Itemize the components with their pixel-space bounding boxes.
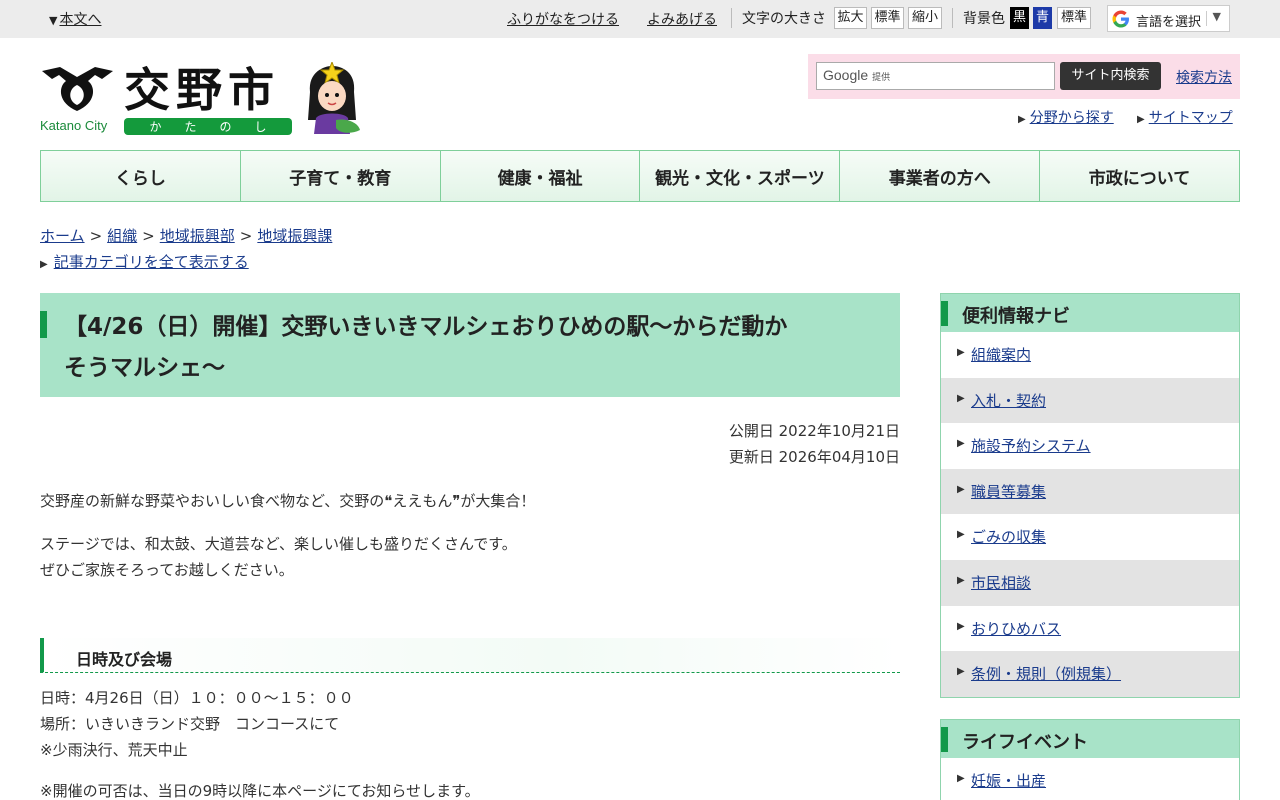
published-date: 公開日 2022年10月21日 [728, 422, 900, 440]
breadcrumb-home[interactable]: ホーム [40, 227, 85, 245]
updated-date: 更新日 2026年04月10日 [728, 448, 900, 466]
google-g-icon [1112, 10, 1129, 28]
event-venue: 場所：いきいきランド交野 コンコースにて [40, 715, 340, 733]
city-name: 交野市 [124, 63, 280, 117]
read-aloud-link[interactable]: よみあげる [647, 9, 717, 29]
bg-color-label: 背景色 [963, 11, 1005, 27]
nav-item-business[interactable]: 事業者の方へ [840, 151, 1041, 201]
title-accent-bar [40, 311, 47, 338]
font-standard-button[interactable]: 標準 [871, 7, 904, 29]
breadcrumb: ホーム > 組織 > 地域振興部 > 地域振興課 [40, 227, 333, 245]
language-select[interactable]: 言語を選択 ▼ [1107, 5, 1230, 32]
nav-item-childcare-education[interactable]: 子育て・教育 [241, 151, 441, 201]
site-logo[interactable]: 交野市 Katano City か た の し [40, 62, 370, 138]
triangle-right-icon: ▶ [1137, 114, 1145, 125]
intro-text: 交野産の新鮮な野菜やおいしい食べ物など、交野の❝ええもん❞が大集合！ [40, 492, 536, 510]
sidebar-item-orihime-bus[interactable]: ▶ おりひめバス [941, 606, 1239, 652]
useful-info-nav-heading: 便利情報ナビ [941, 294, 1239, 332]
nav-item-living[interactable]: くらし [41, 151, 241, 201]
triangle-right-icon: ▶ [1018, 114, 1026, 125]
sidebar-item-recruitment[interactable]: ▶ 職員等募集 [941, 468, 1239, 515]
site-search: Google 提供 サイト内検索 検索方法 [808, 54, 1240, 99]
triangle-right-icon: ▶ [957, 666, 965, 678]
show-all-categories-link[interactable]: ▶ 記事カテゴリを全て表示する [40, 251, 249, 272]
divider [952, 8, 953, 28]
article-title-box: 【4/26（日）開催】交野いきいきマルシェおりひめの駅〜からだ動か そうマルシェ〜 [40, 293, 900, 397]
search-help-link[interactable]: 検索方法 [1176, 67, 1232, 87]
sitemap-link[interactable]: ▶ サイトマップ [1137, 107, 1233, 127]
sidebar-item-garbage-collection[interactable]: ▶ ごみの収集 [941, 514, 1239, 560]
bg-black-button[interactable]: 黒 [1010, 7, 1029, 29]
triangle-right-icon: ▶ [957, 529, 965, 541]
triangle-right-icon: ▶ [957, 483, 965, 495]
triangle-right-icon: ▶ [957, 773, 965, 784]
nav-item-health-welfare[interactable]: 健康・福祉 [441, 151, 641, 201]
sidebar-item-citizen-consultation[interactable]: ▶ 市民相談 [941, 559, 1239, 606]
life-events-nav: ライフイベント ▶ 妊娠・出産 [940, 719, 1240, 800]
sidebar-item-ordinances[interactable]: ▶ 条例・規則（例規集） [941, 651, 1239, 697]
life-events-heading: ライフイベント [941, 720, 1239, 758]
furigana-link[interactable]: ふりがなをつける [507, 9, 619, 29]
search-input[interactable]: Google 提供 [816, 62, 1055, 90]
breadcrumb-organization[interactable]: 組織 [107, 227, 137, 245]
triangle-right-icon: ▶ [40, 259, 48, 270]
sidebar-item-pregnancy-birth[interactable]: ▶ 妊娠・出産 [941, 758, 1239, 800]
triangle-right-icon: ▶ [957, 438, 965, 450]
event-datetime: 日時：4月26日（日）１０：００〜１５：００ [40, 689, 354, 707]
utility-bar: ▼ 本文へ ふりがなをつける よみあげる 文字の大きさ 拡大 標準 縮小 背景色 … [0, 0, 1280, 38]
bg-standard-button[interactable]: 標準 [1057, 7, 1091, 29]
city-emblem-icon [42, 67, 113, 111]
breadcrumb-regional-promotion-dept[interactable]: 地域振興部 [160, 227, 235, 245]
useful-info-nav: 便利情報ナビ ▶ 組織案内 ▶ 入札・契約 ▶ 施設予約システム ▶ 職員等募集 ▶ ごみ… [940, 293, 1240, 698]
google-logo: Google 提供 [823, 67, 891, 83]
notice-text: ※開催の可否は、当日の9時以降に本ページにてお知らせします。 [40, 782, 480, 800]
triangle-right-icon: ▶ [957, 347, 965, 358]
divider [1206, 11, 1207, 26]
translate-label: 言語を選択 [1136, 15, 1202, 30]
event-details: 日時：4月26日（日）１０：００〜１５：００ 場所：いきいきランド交野 コンコー… [40, 685, 354, 763]
triangle-right-icon: ▶ [957, 574, 965, 586]
section-heading: 日時及び会場 [40, 638, 900, 673]
skip-to-content-link[interactable]: ▼ 本文へ [49, 9, 101, 29]
stage-text: ステージでは、和太鼓、大道芸など、楽しい催しも盛りだくさんです。 ぜひご家族そろっ… [40, 535, 517, 579]
sidebar-item-organization[interactable]: ▶ 組織案内 [941, 332, 1239, 378]
bg-blue-button[interactable]: 青 [1033, 7, 1052, 29]
divider [731, 8, 732, 28]
font-smaller-button[interactable]: 縮小 [908, 7, 942, 29]
city-name-kana: か た の し [124, 118, 292, 135]
font-larger-button[interactable]: 拡大 [834, 7, 867, 29]
rain-note: ※少雨決行、荒天中止 [40, 741, 188, 759]
page-title: 【4/26（日）開催】交野いきいきマルシェおりひめの駅〜からだ動か そうマルシェ〜 [64, 314, 788, 381]
caret-down-icon: ▼ [1212, 10, 1221, 23]
triangle-right-icon: ▶ [957, 620, 965, 632]
triangle-right-icon: ▶ [957, 392, 965, 404]
nav-item-tourism-culture-sports[interactable]: 観光・文化・スポーツ [640, 151, 841, 201]
site-search-button[interactable]: サイト内検索 [1060, 62, 1161, 90]
sidebar-item-facility-reservation[interactable]: ▶ 施設予約システム [941, 423, 1239, 469]
mascot-orihime-icon [308, 62, 360, 134]
font-size-label: 文字の大きさ [742, 11, 826, 27]
breadcrumb-regional-promotion-div[interactable]: 地域振興課 [257, 227, 332, 245]
triangle-down-icon: ▼ [49, 14, 58, 27]
sidebar-item-bidding[interactable]: ▶ 入札・契約 [941, 377, 1239, 424]
city-name-english: Katano City [40, 118, 108, 133]
nav-item-city-government[interactable]: 市政について [1040, 151, 1239, 201]
browse-by-field-link[interactable]: ▶ 分野から探す [1018, 107, 1114, 127]
global-nav: くらし 子育て・教育 健康・福祉 観光・文化・スポーツ 事業者の方へ 市政につい… [40, 150, 1240, 202]
